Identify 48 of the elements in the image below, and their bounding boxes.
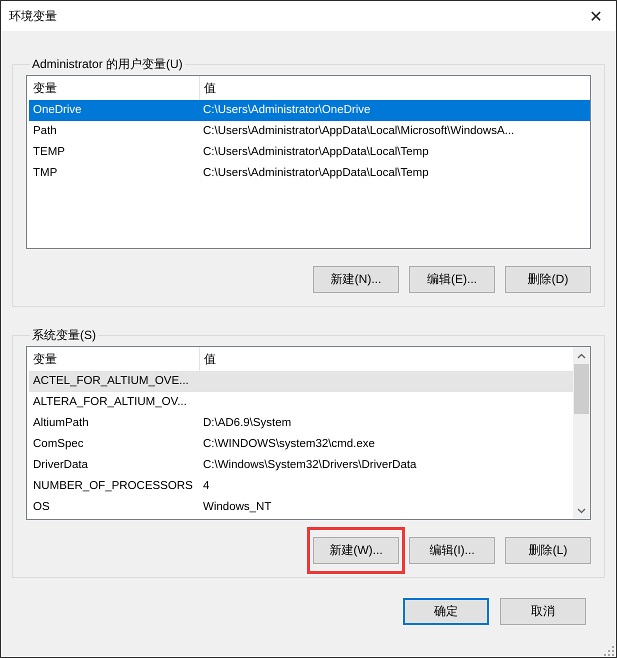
- table-cell-text: C:\WINDOWS\system32\cmd.exe: [202, 437, 375, 452]
- table-cell-text: TMP: [32, 166, 58, 181]
- table-cell-text: DriverData: [32, 458, 89, 473]
- group-label: Administrator 的用户变量(U): [31, 56, 184, 73]
- delete-button[interactable]: 删除(D): [505, 266, 591, 293]
- table-cell-text: Path: [32, 124, 58, 139]
- table-cell-text: OneDrive: [32, 103, 83, 118]
- group-label: 系统变量(S): [31, 327, 97, 344]
- scrollbar[interactable]: [573, 347, 590, 519]
- resize-grip-icon[interactable]: [604, 645, 614, 655]
- table-cell-text: C:\Users\Administrator\AppData\Local\Microsoft\WindowsA...: [202, 124, 514, 139]
- table-cell-text: OS: [32, 500, 51, 515]
- edit-button[interactable]: 编辑(E)...: [409, 266, 495, 293]
- table-cell-text: C:\Windows\System32\Drivers\DriverData: [202, 458, 416, 473]
- table-cell-text: ACTEL_FOR_ALTIUM_OVE...: [32, 374, 190, 389]
- table-cell-text: C:\Users\Administrator\AppData\Local\Temp: [202, 145, 429, 160]
- edit-button[interactable]: 编辑(I)...: [409, 537, 495, 564]
- table-cell-text: TEMP: [32, 145, 66, 160]
- close-button[interactable]: ✕: [576, 1, 616, 31]
- delete-button[interactable]: 删除(L): [505, 537, 591, 564]
- table-cell-text: C:\Users\Administrator\AppData\Local\Temp: [202, 166, 429, 181]
- table-cell-text: Windows_NT: [202, 500, 272, 515]
- list-row[interactable]: ACTEL_FOR_ALTIUM_OVE...: [29, 371, 573, 392]
- list-row[interactable]: AltiumPath D:\AD6.9\System: [29, 413, 573, 434]
- table-cell-text: ComSpec: [32, 437, 84, 452]
- list-row[interactable]: ComSpec C:\WINDOWS\system32\cmd.exe: [29, 434, 573, 455]
- table-cell-text: 4: [202, 479, 210, 494]
- list-row[interactable]: TMP C:\Users\Administrator\AppData\Local\Temp: [29, 163, 590, 184]
- column-header[interactable]: 值: [200, 347, 216, 371]
- table-cell-text: D:\AD6.9\System: [202, 416, 292, 431]
- table-cell-text: NUMBER_OF_PROCESSORS: [32, 479, 194, 494]
- table-cell-text: ALTERA_FOR_ALTIUM_OV...: [32, 395, 188, 410]
- table-cell-text: C:\Users\Administrator\OneDrive: [202, 103, 370, 118]
- list-row[interactable]: OneDrive C:\Users\Administrator\OneDrive: [29, 100, 590, 121]
- column-header[interactable]: 值: [200, 76, 216, 100]
- list-row[interactable]: NUMBER_OF_PROCESSORS 4: [29, 476, 573, 497]
- list-row[interactable]: OS Windows_NT: [29, 497, 573, 518]
- window-title: 环境变量: [8, 8, 57, 24]
- list-row[interactable]: TEMP C:\Users\Administrator\AppData\Local\Temp: [29, 142, 590, 163]
- new-button[interactable]: 新建(W)...: [313, 537, 399, 564]
- scroll-thumb[interactable]: [574, 364, 589, 414]
- new-button[interactable]: 新建(N)...: [313, 266, 399, 293]
- list-row[interactable]: Path C:\Users\Administrator\AppData\Local\Microsoft\WindowsA...: [29, 121, 590, 142]
- list-row[interactable]: ALTERA_FOR_ALTIUM_OV...: [29, 392, 573, 413]
- list-row[interactable]: DriverData C:\Windows\System32\Drivers\DriverData: [29, 455, 573, 476]
- ok-button[interactable]: 确定: [403, 598, 489, 625]
- cancel-button[interactable]: 取消: [500, 598, 586, 625]
- table-cell-text: AltiumPath: [32, 416, 90, 431]
